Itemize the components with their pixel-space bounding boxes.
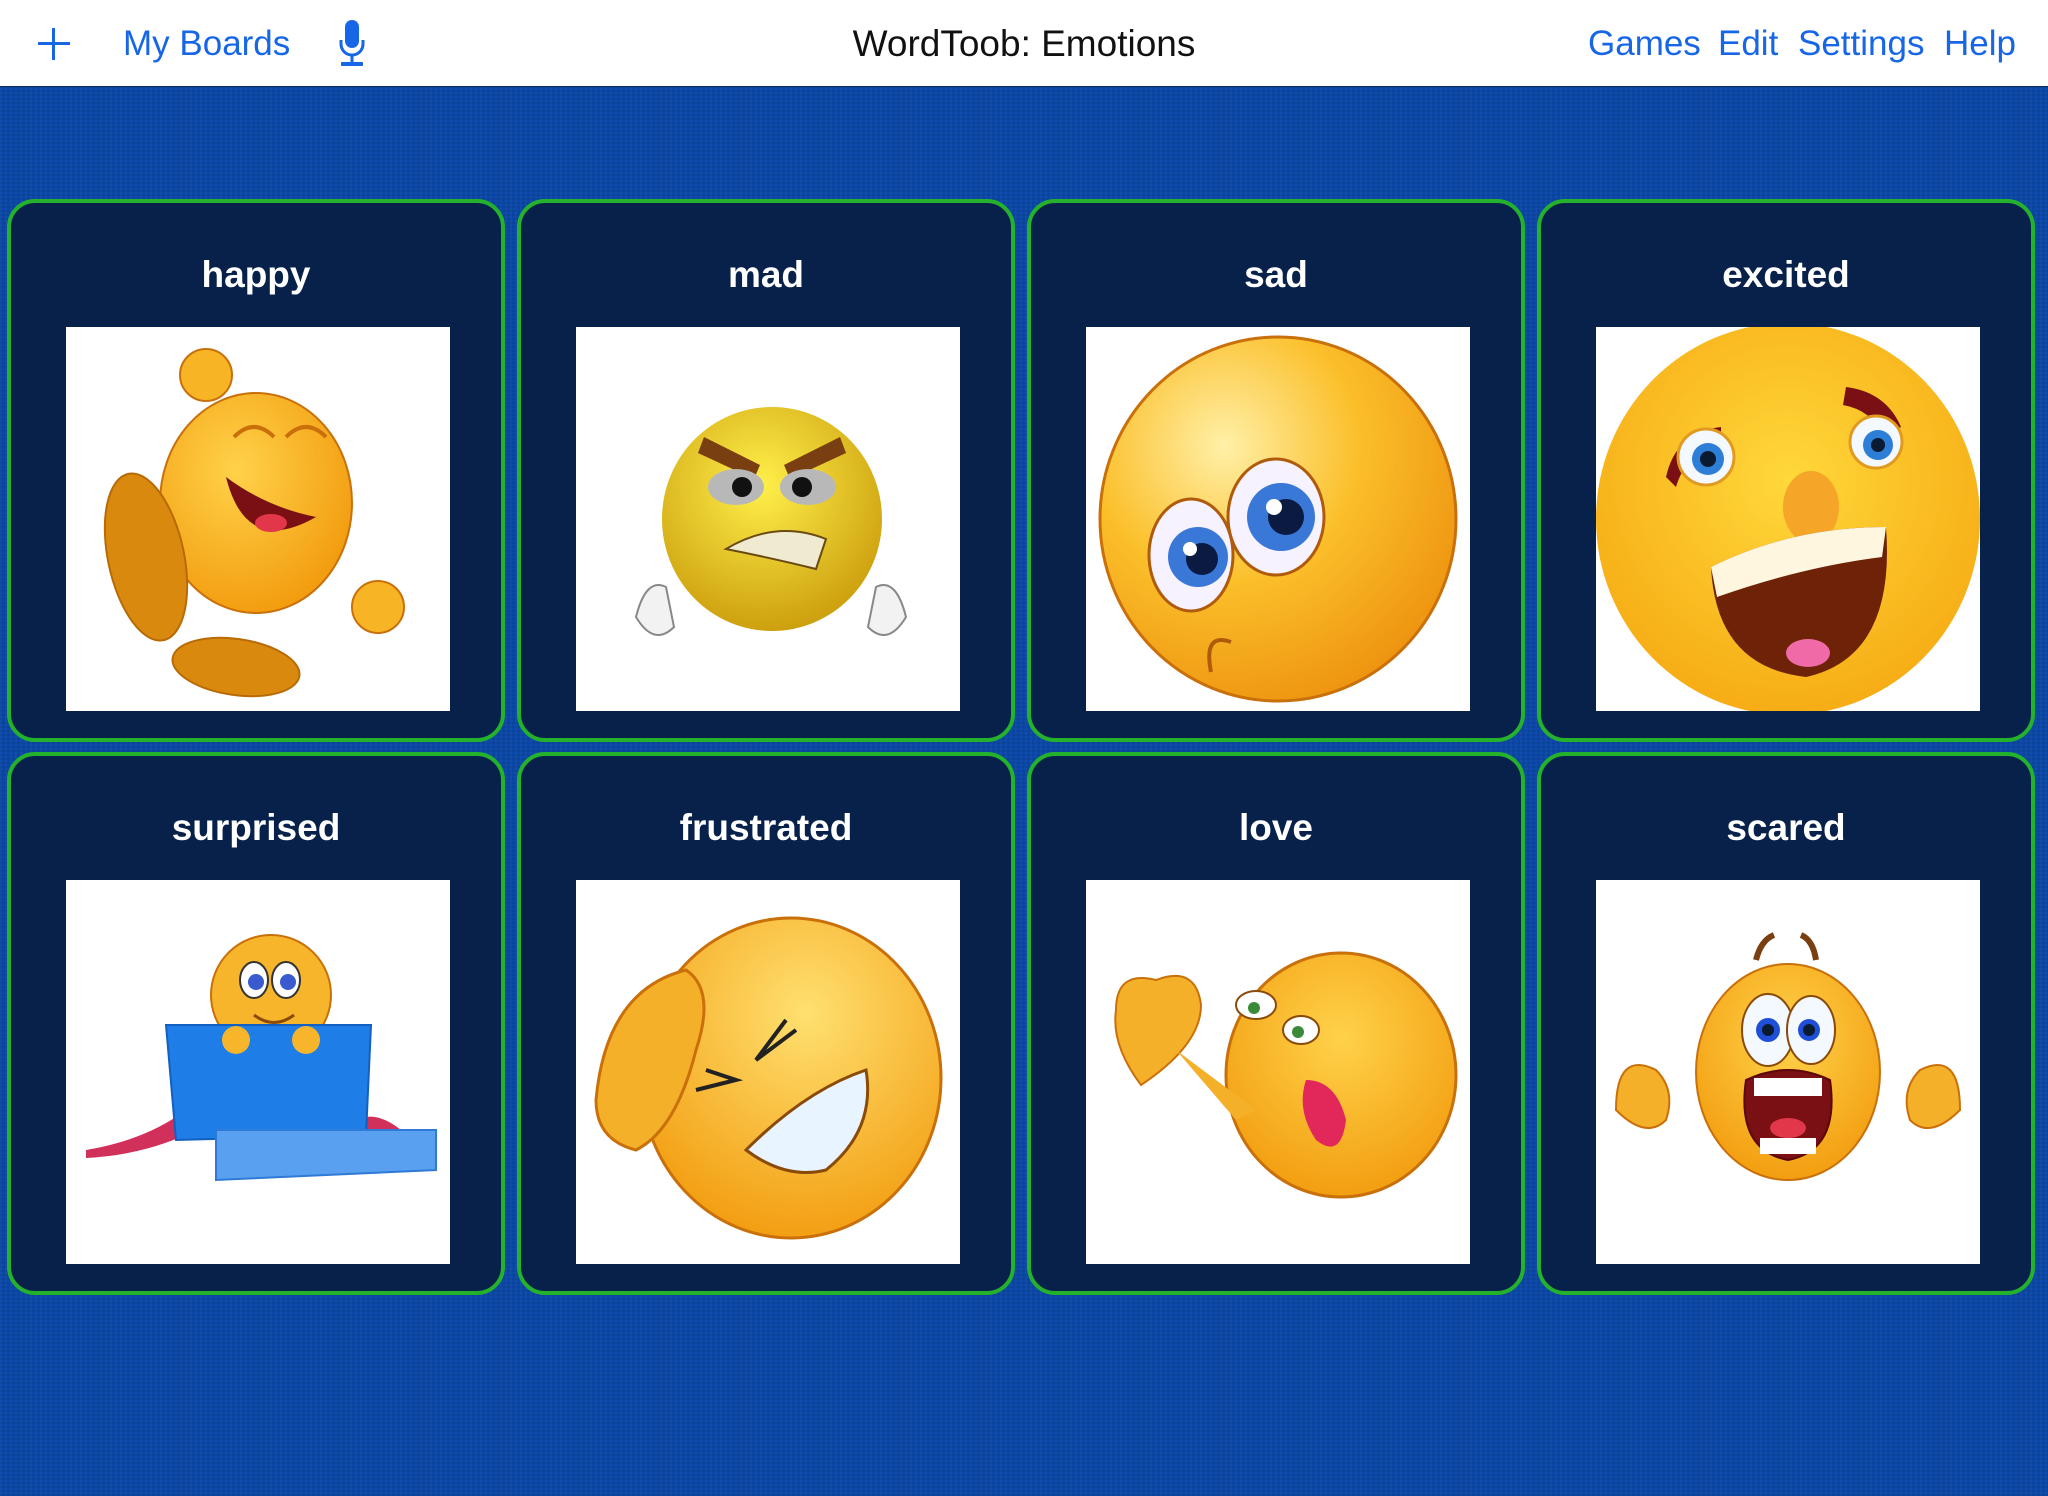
tile-frustrated[interactable]: frustrated [517, 752, 1015, 1295]
tile-label: frustrated [679, 807, 853, 848]
tile-happy[interactable]: happy [7, 199, 505, 742]
plus-icon[interactable] [38, 28, 70, 60]
emotion-board-grid: happy mad sad excited surprised frustrat… [7, 199, 2035, 1295]
tile-excited[interactable]: excited [1537, 199, 2035, 742]
tile-label: love [1238, 807, 1314, 848]
tile-label: excited [1722, 254, 1850, 295]
screaming-emoji-icon [1614, 932, 1962, 1181]
edit-link[interactable]: Edit [1718, 22, 1778, 66]
love-emoji-image [1086, 880, 1470, 1264]
tile-label: surprised [171, 807, 341, 848]
settings-link[interactable]: Settings [1798, 22, 1924, 66]
laughing-emoji-icon [103, 348, 405, 698]
frustrated-emoji-image [576, 880, 960, 1264]
tile-mad[interactable]: mad [517, 199, 1015, 742]
frustrated-emoji-icon [594, 916, 943, 1240]
tile-label: mad [727, 254, 805, 295]
board-title: WordToob: Emotions [852, 23, 1196, 64]
excited-emoji-image [1596, 327, 1980, 711]
help-link[interactable]: Help [1944, 22, 2016, 66]
tile-label: scared [1726, 807, 1846, 848]
surprised-emoji-image [66, 880, 450, 1264]
angry-emoji-icon [634, 407, 908, 636]
scared-emoji-image [1596, 880, 1980, 1264]
tile-label: happy [201, 254, 311, 295]
microphone-icon[interactable] [338, 20, 366, 68]
my-boards-link[interactable]: My Boards [123, 22, 290, 66]
tile-love[interactable]: love [1027, 752, 1525, 1295]
gift-box-emoji-icon [86, 934, 437, 1182]
blowing-kiss-emoji-icon [1114, 951, 1458, 1199]
sad-emoji-icon [1098, 335, 1458, 703]
angry-emoji-image [576, 327, 960, 711]
tile-label: sad [1244, 254, 1308, 295]
tile-surprised[interactable]: surprised [7, 752, 505, 1295]
tile-sad[interactable]: sad [1027, 199, 1525, 742]
tile-scared[interactable]: scared [1537, 752, 2035, 1295]
sad-emoji-image [1086, 327, 1470, 711]
excited-emoji-icon [1596, 327, 1980, 711]
top-navigation-bar: My Boards WordToob: Emotions Games Edit … [0, 0, 2048, 87]
laughing-emoji-image [66, 327, 450, 711]
games-link[interactable]: Games [1588, 22, 1701, 66]
